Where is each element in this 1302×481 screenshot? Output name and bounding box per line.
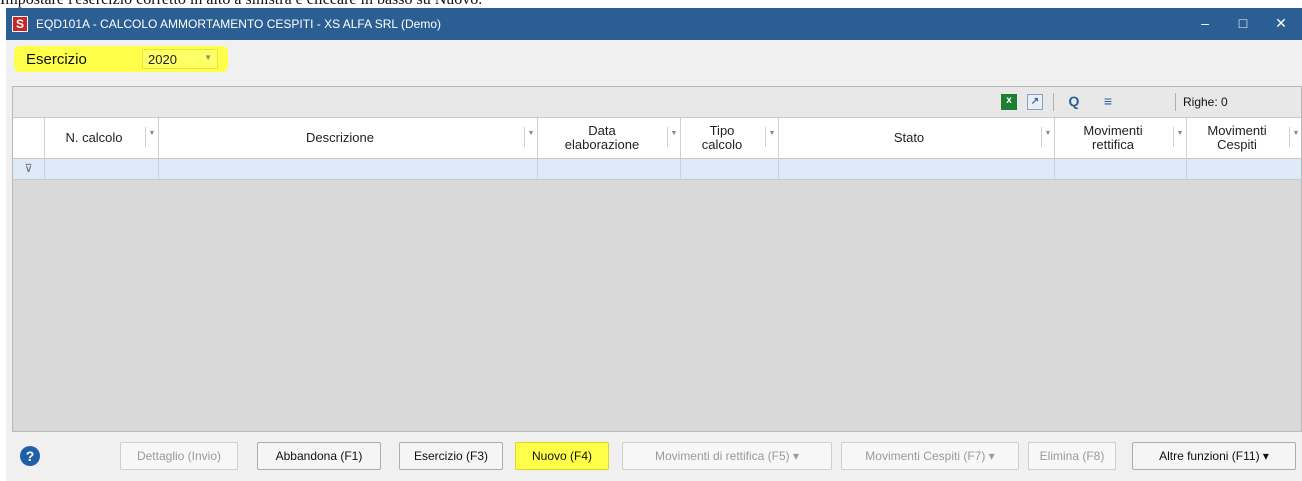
- esercizio-value: 2020: [148, 52, 177, 67]
- esercizio-button[interactable]: Esercizio (F3): [399, 442, 503, 470]
- esercizio-select[interactable]: 2020 ▼: [142, 49, 218, 69]
- search-icon[interactable]: Q: [1061, 94, 1087, 110]
- column-filter-dropdown-icon[interactable]: ▼: [1289, 127, 1302, 147]
- toolbar-separator: [1175, 93, 1176, 111]
- nuovo-button[interactable]: Nuovo (F4): [515, 442, 609, 470]
- filter-row[interactable]: ⊽: [13, 159, 1301, 180]
- esercizio-label: Esercizio: [26, 51, 87, 68]
- toolbar-separator: [1053, 93, 1054, 111]
- column-header-stato[interactable]: Stato ▼: [779, 118, 1055, 158]
- abbandona-button[interactable]: Abbandona (F1): [257, 442, 381, 470]
- movimenti-cespiti-button[interactable]: Movimenti Cespiti (F7) ▾: [841, 442, 1019, 470]
- column-header-movimenti-rettifica[interactable]: Movimenti rettifica ▼: [1055, 118, 1187, 158]
- data-grid: x ↗ Q ≡ Righe: 0 N. calcolo ▼ Descrizion…: [12, 86, 1302, 432]
- column-header-data-elaborazione[interactable]: Data elaborazione ▼: [538, 118, 681, 158]
- title-bar: S EQD101A - CALCOLO AMMORTAMENTO CESPITI…: [6, 8, 1302, 40]
- window-title: EQD101A - CALCOLO AMMORTAMENTO CESPITI -…: [36, 17, 441, 31]
- column-header-label: Movimenti Cespiti: [1207, 123, 1267, 152]
- column-header-label: N. calcolo: [65, 130, 123, 145]
- grid-toolbar: x ↗ Q ≡ Righe: 0: [13, 87, 1301, 118]
- column-header-n-calcolo[interactable]: N. calcolo ▼: [45, 118, 159, 158]
- row-indicator-header: [13, 118, 45, 158]
- maximize-icon[interactable]: □: [1224, 8, 1262, 40]
- column-filter-dropdown-icon[interactable]: ▼: [1173, 127, 1186, 147]
- dettaglio-button[interactable]: Dettaglio (Invio): [120, 442, 238, 470]
- column-header-label: Data elaborazione: [564, 123, 640, 152]
- column-header-label: Stato: [893, 130, 925, 145]
- filter-cell-tipo-calcolo[interactable]: [681, 159, 779, 179]
- column-header-tipo-calcolo[interactable]: Tipo calcolo ▼: [681, 118, 779, 158]
- filter-cell-descrizione[interactable]: [159, 159, 538, 179]
- minimize-icon[interactable]: –: [1186, 8, 1224, 40]
- filter-cell-n-calcolo[interactable]: [45, 159, 159, 179]
- grid-header: N. calcolo ▼ Descrizione ▼ Data elaboraz…: [13, 118, 1301, 159]
- column-header-movimenti-cespiti[interactable]: Movimenti Cespiti ▼: [1187, 118, 1301, 158]
- column-filter-dropdown-icon[interactable]: ▼: [765, 127, 778, 147]
- row-count: Righe: 0: [1183, 95, 1228, 109]
- filter-cell-data-elaborazione[interactable]: [538, 159, 681, 179]
- column-filter-dropdown-icon[interactable]: ▼: [1041, 127, 1054, 147]
- excel-export-icon[interactable]: x: [1001, 94, 1017, 110]
- footer-bar: ? Dettaglio (Invio) Abbandona (F1) Eserc…: [6, 432, 1302, 481]
- app-logo-icon: S: [12, 16, 28, 32]
- filter-cell-movimenti-cespiti[interactable]: [1187, 159, 1301, 179]
- filter-icon[interactable]: ⊽: [13, 159, 45, 179]
- help-icon[interactable]: ?: [20, 446, 40, 466]
- column-filter-dropdown-icon[interactable]: ▼: [524, 127, 537, 147]
- column-filter-dropdown-icon[interactable]: ▼: [145, 127, 158, 147]
- altre-funzioni-button[interactable]: Altre funzioni (F11) ▾: [1132, 442, 1296, 470]
- column-header-label: Tipo calcolo: [701, 123, 743, 152]
- close-icon[interactable]: ✕: [1262, 8, 1300, 40]
- column-filter-dropdown-icon[interactable]: ▼: [667, 127, 680, 147]
- elimina-button[interactable]: Elimina (F8): [1028, 442, 1116, 470]
- app-window: S EQD101A - CALCOLO AMMORTAMENTO CESPITI…: [6, 8, 1302, 481]
- column-header-label: Movimenti rettifica: [1083, 123, 1143, 152]
- column-header-descrizione[interactable]: Descrizione ▼: [159, 118, 538, 158]
- column-header-label: Descrizione: [306, 130, 374, 145]
- export-icon[interactable]: ↗: [1027, 94, 1043, 110]
- filter-cell-movimenti-rettifica[interactable]: [1055, 159, 1187, 179]
- column-chooser-icon[interactable]: ≡: [1093, 94, 1123, 110]
- chevron-down-icon[interactable]: ▼: [204, 53, 212, 62]
- movimenti-rettifica-button[interactable]: Movimenti di rettifica (F5) ▾: [622, 442, 832, 470]
- filter-cell-stato[interactable]: [779, 159, 1055, 179]
